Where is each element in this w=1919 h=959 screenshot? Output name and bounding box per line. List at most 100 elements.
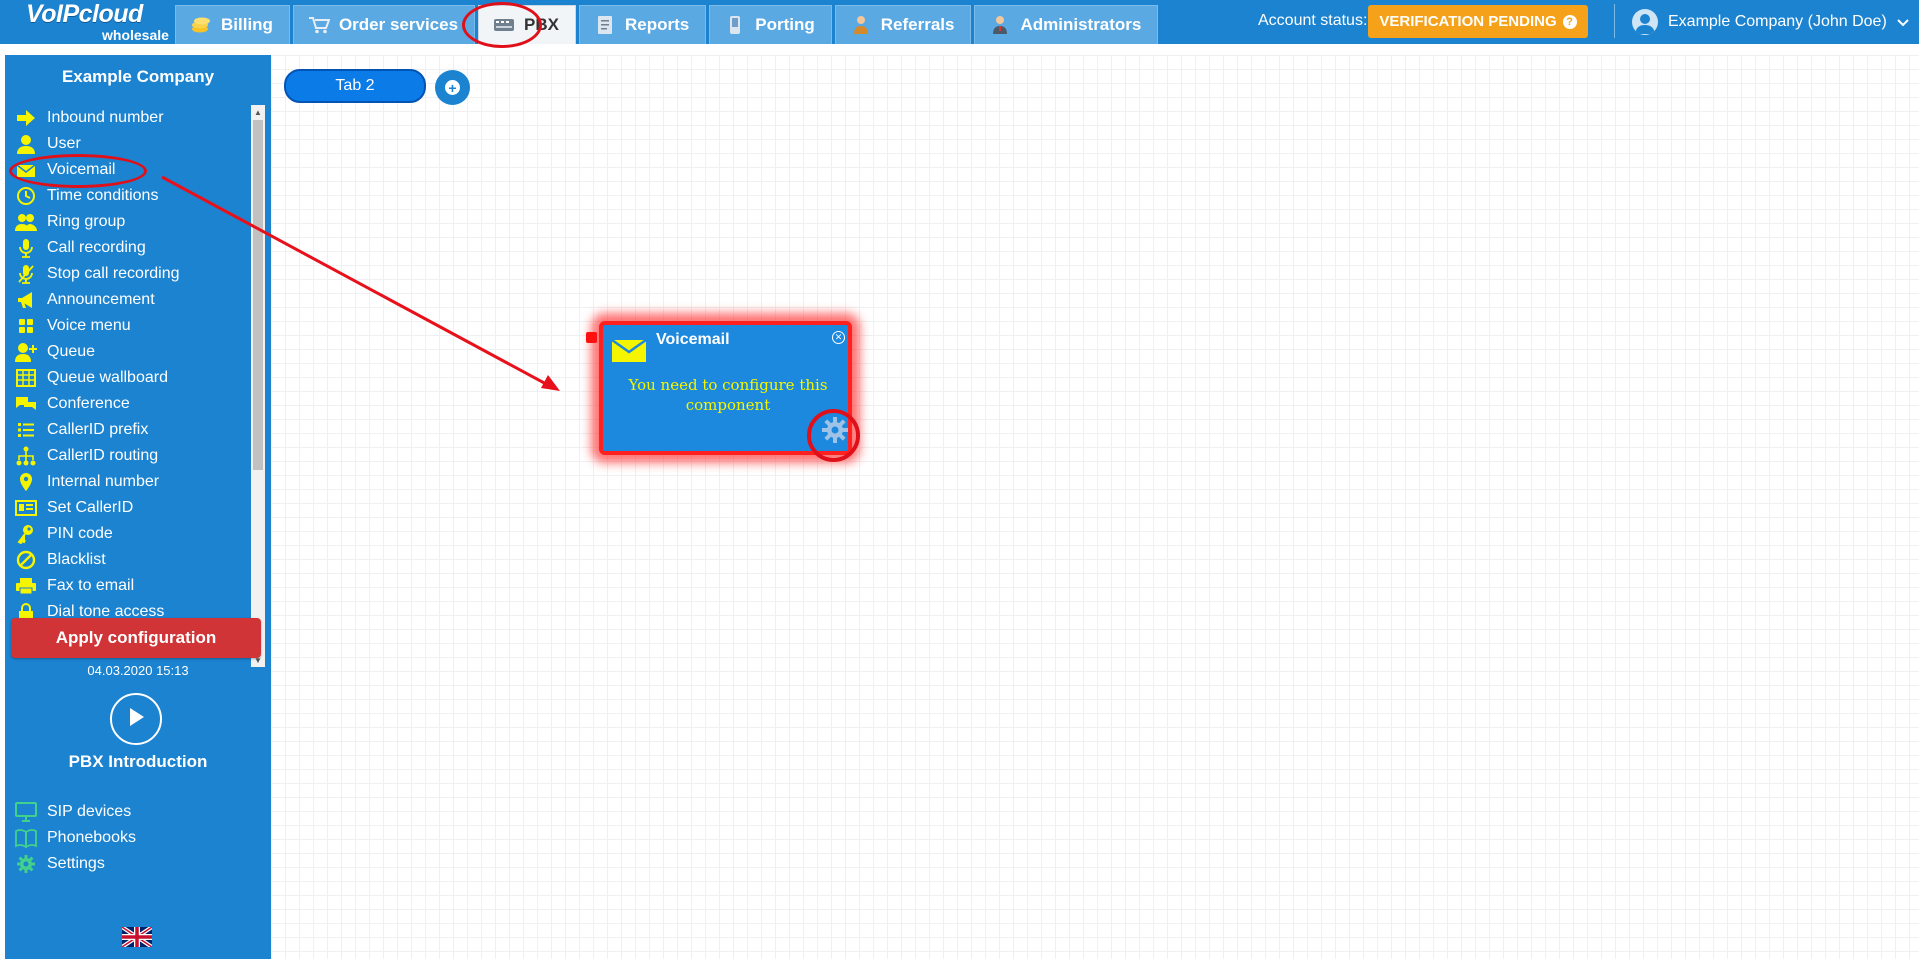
logo[interactable]: VoIPcloud wholesale <box>22 0 169 44</box>
tab-reports[interactable]: Reports <box>579 5 707 44</box>
sidebar-item-label: Voice menu <box>47 317 131 334</box>
tab-order-services[interactable]: Order services <box>292 5 476 44</box>
gear-icon <box>13 853 39 875</box>
sitemap-icon <box>13 445 39 467</box>
logo-brand: VoIPcloud <box>26 0 143 28</box>
component-title: Voicemail <box>656 331 730 348</box>
sidebar-item-label: Internal number <box>47 473 160 490</box>
sidebar-item-blacklist[interactable]: Blacklist <box>13 547 256 573</box>
microphone-slash-icon <box>13 263 39 285</box>
component-message: You need to configure this component <box>628 376 828 414</box>
list-icon <box>13 419 39 441</box>
id-card-icon <box>13 497 39 519</box>
tab-label: Porting <box>755 15 815 34</box>
tab-label: Administrators <box>1020 15 1142 34</box>
arrow-right-icon <box>13 107 39 129</box>
top-bar: VoIPcloud wholesale Billing Order servic… <box>0 0 1919 48</box>
tab-porting[interactable]: Porting <box>709 5 832 44</box>
main-nav: Billing Order services PBX Reports Porti… <box>175 5 1161 44</box>
sidebar-item-queue[interactable]: Queue <box>13 339 256 365</box>
logo-subtitle: wholesale <box>102 27 169 43</box>
chevron-down-icon <box>1897 15 1909 30</box>
sidebar-item-queue-wallboard[interactable]: Queue wallboard <box>13 365 256 391</box>
verification-status-button[interactable]: VERIFICATION PENDING ? <box>1368 5 1588 38</box>
tab-administrators[interactable]: Administrators <box>974 5 1159 44</box>
sidebar-item-set-callerid[interactable]: Set CallerID <box>13 495 256 521</box>
intro-play-button[interactable] <box>110 693 162 745</box>
sidebar-item-label: Queue <box>47 343 96 360</box>
sidebar: Example Company Inbound number User Voic… <box>5 55 271 959</box>
sidebar-item-time-conditions[interactable]: Time conditions <box>13 183 256 209</box>
add-tab-button[interactable]: + <box>435 70 470 105</box>
sidebar-item-voicemail[interactable]: Voicemail <box>13 157 256 183</box>
envelope-icon <box>13 159 39 181</box>
avatar <box>1632 9 1658 35</box>
account-status-label: Account status: <box>1258 12 1368 29</box>
user-plus-icon <box>13 341 39 363</box>
key-icon <box>13 523 39 545</box>
sidebar-item-inbound-number[interactable]: Inbound number <box>13 105 256 131</box>
sidebar-item-sip-devices[interactable]: SIP devices <box>13 799 253 825</box>
sidebar-item-fax-to-email[interactable]: Fax to email <box>13 573 256 599</box>
ban-icon <box>13 549 39 571</box>
component-menu: Inbound number User Voicemail Time condi… <box>13 105 256 665</box>
voicemail-component[interactable]: Voicemail ✕ You need to configure this c… <box>586 321 852 455</box>
sidebar-scrollbar[interactable]: ▲ ▼ <box>251 105 265 667</box>
report-icon <box>594 15 616 35</box>
phone-icon <box>724 15 746 35</box>
sidebar-item-label: Phonebooks <box>47 829 136 846</box>
tab-label: Order services <box>338 15 459 34</box>
sidebar-item-label: Blacklist <box>47 551 106 568</box>
user-name: Example Company (John Doe) <box>1668 13 1887 30</box>
printer-icon <box>13 575 39 597</box>
sidebar-item-callerid-routing[interactable]: CallerID routing <box>13 443 256 469</box>
sidebar-item-pin-code[interactable]: PIN code <box>13 521 256 547</box>
tab-pbx[interactable]: PBX <box>478 5 577 44</box>
apply-configuration-button[interactable]: Apply configuration <box>11 618 261 658</box>
pbx-canvas[interactable]: Tab 2 + Voicemail ✕ You need to configur… <box>271 55 1919 959</box>
referral-icon <box>850 15 872 35</box>
clock-icon <box>13 185 39 207</box>
help-icon: ? <box>1562 14 1577 29</box>
tab-label: Reports <box>625 15 690 34</box>
map-pin-icon <box>13 471 39 493</box>
sidebar-item-label: User <box>47 135 81 152</box>
coins-icon <box>190 15 212 35</box>
sidebar-item-settings[interactable]: Settings <box>13 851 253 877</box>
monitor-icon <box>13 801 39 823</box>
tab-label: Billing <box>221 15 273 34</box>
tab-billing[interactable]: Billing <box>175 5 290 44</box>
user-menu[interactable]: Example Company (John Doe) <box>1632 7 1909 37</box>
scroll-up-icon[interactable]: ▲ <box>251 105 265 119</box>
settings-menu: SIP devices Phonebooks Settings <box>13 799 253 877</box>
tab-referrals[interactable]: Referrals <box>834 5 972 44</box>
sidebar-item-announcement[interactable]: Announcement <box>13 287 256 313</box>
connector-port[interactable] <box>586 332 597 343</box>
chat-icon <box>13 393 39 415</box>
sidebar-item-internal-number[interactable]: Internal number <box>13 469 256 495</box>
sidebar-item-phonebooks[interactable]: Phonebooks <box>13 825 253 851</box>
sidebar-item-label: CallerID routing <box>47 447 159 464</box>
close-icon[interactable]: ✕ <box>832 331 845 344</box>
sidebar-item-label: Ring group <box>47 213 126 230</box>
sidebar-item-call-recording[interactable]: Call recording <box>13 235 256 261</box>
pbx-introduction-label[interactable]: PBX Introduction <box>5 752 271 772</box>
megaphone-icon <box>13 289 39 311</box>
sidebar-item-conference[interactable]: Conference <box>13 391 256 417</box>
book-icon <box>13 827 39 849</box>
canvas-tab[interactable]: Tab 2 <box>284 69 426 103</box>
uk-flag-icon[interactable] <box>120 925 154 949</box>
sidebar-item-label: PIN code <box>47 525 113 542</box>
users-icon <box>13 211 39 233</box>
scrollbar-thumb[interactable] <box>253 120 263 470</box>
sidebar-item-user[interactable]: User <box>13 131 256 157</box>
sidebar-item-stop-call-recording[interactable]: Stop call recording <box>13 261 256 287</box>
sidebar-item-callerid-prefix[interactable]: CallerID prefix <box>13 417 256 443</box>
grid-icon <box>13 315 39 337</box>
company-name: Example Company <box>61 67 215 86</box>
divider <box>1614 4 1615 38</box>
sidebar-item-voice-menu[interactable]: Voice menu <box>13 313 256 339</box>
pbx-icon <box>493 15 515 35</box>
gear-icon[interactable] <box>821 416 849 444</box>
sidebar-item-ring-group[interactable]: Ring group <box>13 209 256 235</box>
